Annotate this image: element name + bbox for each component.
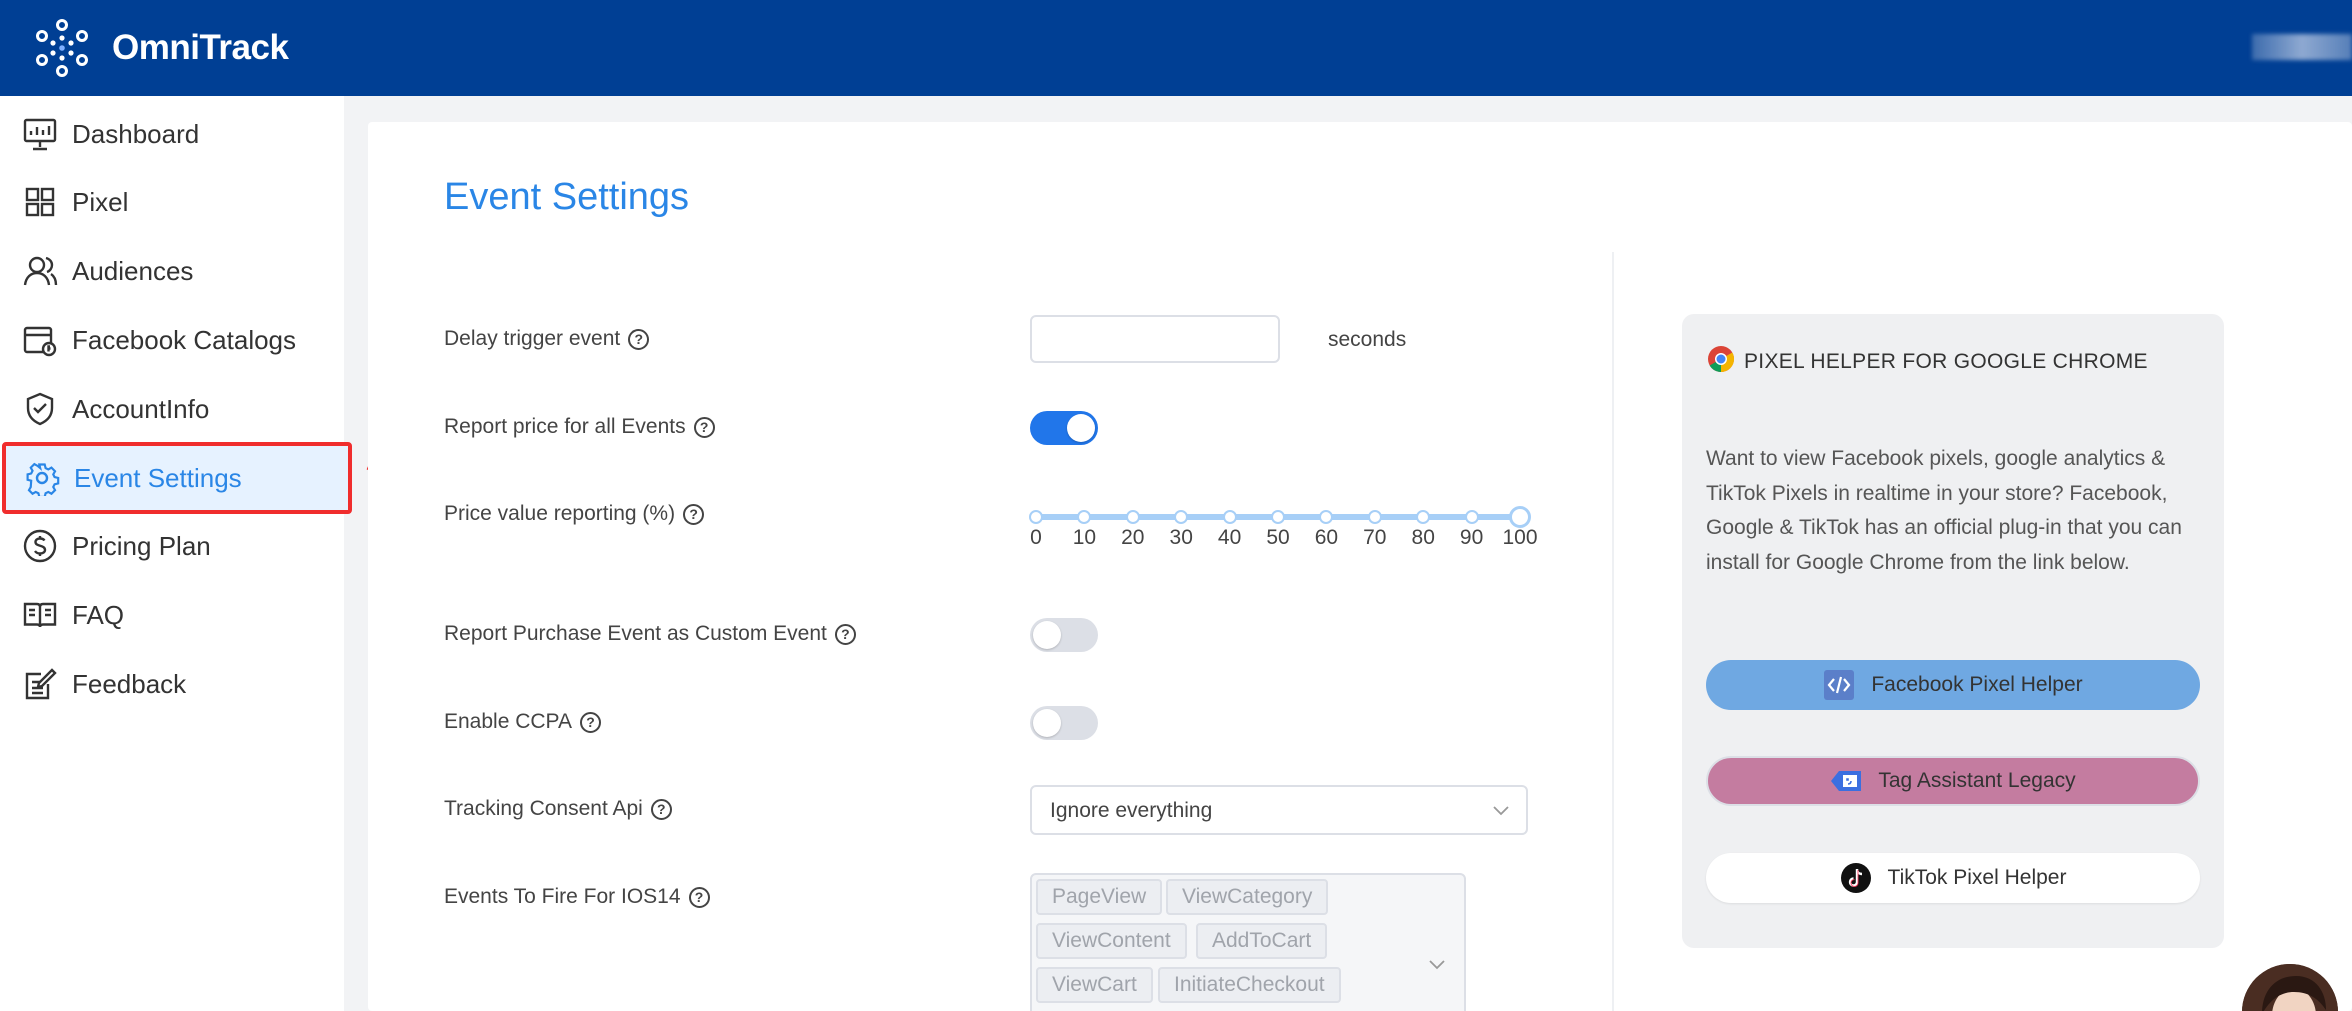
- slider-step-dot[interactable]: [1174, 510, 1189, 524]
- sidebar-item-accountinfo[interactable]: AccountInfo: [0, 373, 352, 445]
- slider-step-dot[interactable]: [1222, 510, 1237, 524]
- panel-title: PIXEL HELPER FOR GOOGLE CHROME: [1744, 350, 2148, 373]
- top-bar: OmniTrack: [0, 0, 2352, 96]
- slider-tick-label: 40: [1217, 526, 1242, 549]
- shield-icon: [26, 392, 54, 426]
- sidebar-item-audiences[interactable]: Audiences: [0, 235, 352, 307]
- book-icon: [23, 602, 57, 628]
- sidebar-item-event-settings[interactable]: Event Settings: [2, 442, 352, 514]
- slider-handle[interactable]: [1509, 506, 1531, 528]
- help-icon[interactable]: ?: [688, 886, 710, 908]
- grid-icon: [25, 187, 55, 217]
- report-price-label: Report price for all Events?: [444, 415, 715, 439]
- report-purchase-custom-label: Report Purchase Event as Custom Event?: [444, 622, 856, 646]
- chevron-down-icon: [1493, 806, 1509, 816]
- gear-icon: [26, 462, 60, 496]
- divider: [1612, 252, 1614, 1011]
- slider-step-dot[interactable]: [1367, 510, 1382, 524]
- sidebar-item-faq[interactable]: FAQ: [0, 579, 352, 651]
- slider-tick-label: 10: [1072, 526, 1097, 549]
- app-name: OmniTrack: [112, 28, 289, 67]
- slider-tick-label: 100: [1502, 526, 1538, 549]
- dashboard-icon: [23, 118, 57, 151]
- slider-step-dot[interactable]: [1077, 510, 1092, 524]
- slider-step-dot[interactable]: [1416, 510, 1431, 524]
- users-icon: [23, 256, 58, 286]
- ios14-events-label: Events To Fire For IOS14?: [444, 885, 710, 909]
- slider-step-dot[interactable]: [1125, 510, 1140, 524]
- sidebar-item-label: Event Settings: [74, 462, 242, 493]
- price-value-label: Price value reporting (%)?: [444, 502, 705, 526]
- code-icon: [1824, 670, 1855, 700]
- report-purchase-custom-toggle[interactable]: [1030, 618, 1098, 652]
- enable-ccpa-label: Enable CCPA?: [444, 710, 602, 734]
- tracking-consent-select[interactable]: Ignore everything: [1030, 785, 1528, 835]
- panel-description: Want to view Facebook pixels, google ana…: [1706, 447, 2182, 574]
- slider-step-dot[interactable]: [1029, 510, 1043, 524]
- tracking-consent-label: Tracking Consent Api?: [444, 797, 672, 821]
- sidebar-item-pixel[interactable]: Pixel: [0, 166, 352, 238]
- slider-step-dot[interactable]: [1464, 510, 1479, 524]
- slider-tick-label: 20: [1121, 526, 1145, 549]
- select-value: Ignore everything: [1050, 799, 1213, 822]
- event-tag[interactable]: PageView: [1036, 879, 1163, 915]
- slider-tick-label: 70: [1363, 526, 1387, 549]
- event-tag[interactable]: InitiateCheckout: [1158, 967, 1341, 1003]
- sidebar-item-label: Pixel: [72, 186, 129, 217]
- edit-icon: [25, 668, 57, 700]
- omnitrack-logo-icon: [36, 19, 88, 77]
- help-icon[interactable]: ?: [580, 711, 602, 733]
- toggle-knob: [1033, 709, 1061, 737]
- toggle-knob: [1033, 621, 1061, 649]
- user-menu[interactable]: [2252, 34, 2352, 60]
- delay-trigger-input[interactable]: [1030, 315, 1280, 363]
- delay-unit: seconds: [1328, 328, 1407, 351]
- slider-tick-label: 0: [1030, 526, 1042, 549]
- sidebar-item-facebook-catalogs[interactable]: Facebook Catalogs: [0, 304, 352, 376]
- catalog-icon: [23, 326, 57, 357]
- slider-step-dot[interactable]: [1271, 510, 1285, 524]
- help-icon[interactable]: ?: [650, 798, 672, 820]
- slider-tick-label: 90: [1459, 526, 1484, 549]
- help-icon[interactable]: ?: [628, 328, 650, 350]
- tag-icon: [1831, 771, 1862, 791]
- report-price-toggle[interactable]: [1030, 411, 1098, 445]
- slider-tick-label: 80: [1411, 526, 1435, 549]
- toggle-knob: [1067, 414, 1095, 442]
- sidebar-item-pricing-plan[interactable]: Pricing Plan: [0, 510, 352, 582]
- ios14-events-multiselect[interactable]: PageView ViewCategory ViewContent AddToC…: [1030, 873, 1466, 1011]
- delay-trigger-label: Delay trigger event?: [444, 327, 650, 351]
- page-title: Event Settings: [444, 176, 690, 218]
- sidebar-item-label: FAQ: [72, 599, 125, 630]
- sidebar-item-label: Pricing Plan: [72, 530, 211, 561]
- sidebar-item-label: AccountInfo: [72, 393, 210, 424]
- event-tag[interactable]: ViewContent: [1036, 923, 1187, 959]
- slider-step-dot[interactable]: [1319, 510, 1334, 524]
- slider-tick-label: 60: [1314, 526, 1339, 549]
- sidebar-item-label: Facebook Catalogs: [72, 324, 297, 355]
- facebook-pixel-helper-button[interactable]: Facebook Pixel Helper: [1706, 660, 2200, 710]
- slider-tick-label: 30: [1169, 526, 1193, 549]
- event-tag[interactable]: AddToCart: [1196, 923, 1328, 959]
- chrome-icon: [1708, 346, 1735, 373]
- event-tag[interactable]: ViewCart: [1036, 967, 1153, 1003]
- tiktok-pixel-helper-button[interactable]: TikTok Pixel Helper: [1706, 853, 2200, 903]
- help-icon[interactable]: ?: [693, 416, 715, 438]
- sidebar-item-label: Dashboard: [72, 118, 200, 149]
- sidebar-item-feedback[interactable]: Feedback: [0, 648, 352, 720]
- sidebar-item-dashboard[interactable]: Dashboard: [0, 98, 352, 170]
- dollar-icon: [23, 529, 57, 563]
- help-icon[interactable]: ?: [683, 503, 705, 525]
- enable-ccpa-toggle[interactable]: [1030, 706, 1098, 740]
- help-icon[interactable]: ?: [834, 623, 856, 645]
- tiktok-icon: [1840, 863, 1871, 893]
- tag-assistant-legacy-button[interactable]: Tag Assistant Legacy: [1706, 756, 2200, 806]
- slider-tick-label: 50: [1266, 526, 1290, 549]
- sidebar-item-label: Feedback: [72, 668, 187, 699]
- chevron-down-icon: [1429, 960, 1445, 970]
- sidebar-item-label: Audiences: [72, 255, 194, 286]
- event-tag[interactable]: ViewCategory: [1166, 879, 1329, 915]
- brand[interactable]: OmniTrack: [32, 18, 289, 78]
